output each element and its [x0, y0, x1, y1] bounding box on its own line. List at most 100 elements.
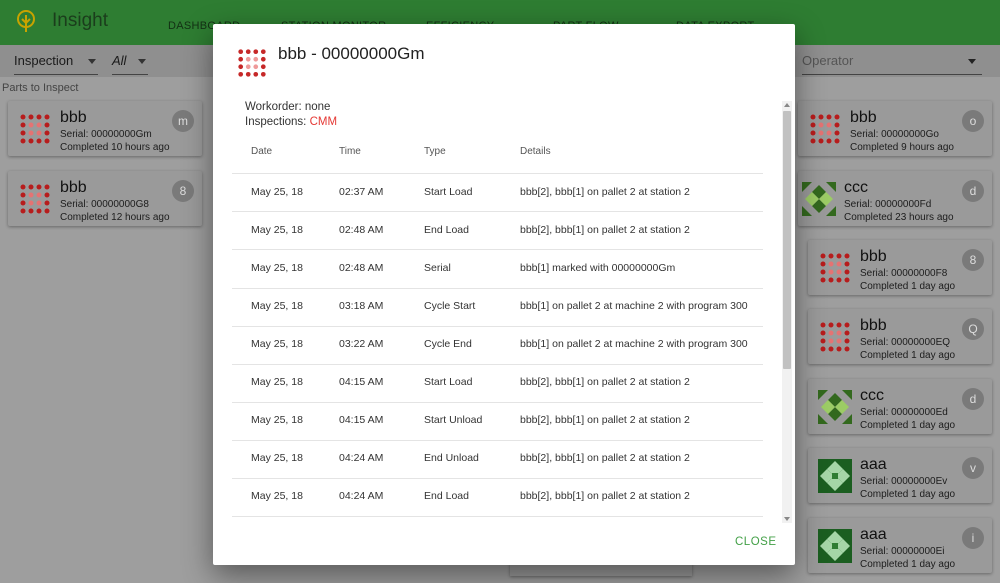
part-completed: Completed 1 day ago: [860, 350, 956, 361]
cell-time: 03:18 AM: [339, 300, 384, 312]
table-divider: [232, 364, 763, 365]
operator-select[interactable]: Operator: [802, 53, 982, 75]
part-card[interactable]: bbb Serial: 00000000Go Completed 9 hours…: [798, 101, 992, 156]
column-header-type: Type: [424, 146, 446, 157]
part-name: aaa: [860, 456, 887, 473]
cell-date: May 25, 18: [251, 376, 303, 388]
table-divider: [232, 173, 763, 174]
cell-details: bbb[2], bbb[1] on pallet 2 at station 2: [520, 186, 690, 198]
bbb-part-icon: [238, 49, 266, 77]
part-serial: Serial: 00000000Ev: [860, 476, 948, 487]
dialog-scrollbar[interactable]: [782, 101, 792, 523]
part-completed: Completed 9 hours ago: [850, 142, 954, 153]
cell-time: 02:48 AM: [339, 262, 384, 274]
part-serial: Serial: 00000000F8: [860, 268, 948, 279]
part-details-dialog: bbb - 00000000Gm Workorder: none Inspect…: [213, 24, 795, 565]
cell-date: May 25, 18: [251, 262, 303, 274]
part-name: ccc: [860, 387, 884, 404]
cell-details: bbb[2], bbb[1] on pallet 2 at station 2: [520, 452, 690, 464]
cell-time: 03:22 AM: [339, 338, 384, 350]
column-header-date: Date: [251, 146, 273, 157]
part-completed: Completed 1 day ago: [860, 420, 956, 431]
part-card[interactable]: aaa Serial: 00000000Ev Completed 1 day a…: [808, 448, 992, 503]
part-card[interactable]: bbb Serial: 00000000EQ Completed 1 day a…: [808, 309, 992, 364]
part-serial: Serial: 00000000G8: [60, 199, 149, 210]
cell-time: 02:48 AM: [339, 224, 384, 236]
bbb-part-icon: [20, 184, 50, 214]
cell-time: 02:37 AM: [339, 186, 384, 198]
workorder-label: Workorder: none: [245, 101, 331, 113]
part-name: bbb: [860, 248, 887, 265]
column-header-details: Details: [520, 146, 551, 157]
cell-date: May 25, 18: [251, 186, 303, 198]
cell-date: May 25, 18: [251, 452, 303, 464]
cell-details: bbb[1] on pallet 2 at machine 2 with pro…: [520, 300, 748, 312]
cell-date: May 25, 18: [251, 490, 303, 502]
cell-time: 04:15 AM: [339, 414, 384, 426]
cell-time: 04:24 AM: [339, 452, 384, 464]
cell-date: May 25, 18: [251, 414, 303, 426]
inspection-cmm-link[interactable]: CMM: [310, 116, 337, 128]
part-completed: Completed 1 day ago: [860, 281, 956, 292]
part-card[interactable]: bbb Serial: 00000000F8 Completed 1 day a…: [808, 240, 992, 295]
cell-time: 04:24 AM: [339, 490, 384, 502]
scroll-up-arrow-icon[interactable]: [784, 103, 790, 107]
dialog-title: bbb - 00000000Gm: [278, 44, 425, 63]
part-name: ccc: [844, 179, 868, 196]
scrollbar-thumb[interactable]: [783, 111, 791, 369]
part-serial: Serial: 00000000Fd: [844, 199, 932, 210]
operator-avatar: d: [962, 180, 984, 202]
chevron-down-icon: [88, 59, 96, 64]
operator-avatar: 8: [962, 249, 984, 271]
part-completed: Completed 23 hours ago: [844, 212, 954, 223]
ccc-part-icon: [818, 390, 852, 424]
part-serial: Serial: 00000000Ei: [860, 546, 945, 557]
table-divider: [232, 211, 763, 212]
chevron-down-icon: [968, 59, 976, 64]
aaa-part-icon: [818, 529, 852, 563]
part-name: bbb: [850, 109, 877, 126]
bbb-part-icon: [820, 322, 850, 352]
cell-type: End Unload: [424, 452, 479, 464]
table-divider: [232, 516, 763, 517]
part-card[interactable]: bbb Serial: 00000000G8 Completed 12 hour…: [8, 171, 202, 226]
part-card[interactable]: ccc Serial: 00000000Ed Completed 1 day a…: [808, 379, 992, 434]
view-select[interactable]: Inspection: [14, 53, 98, 75]
part-completed: Completed 1 day ago: [860, 489, 956, 500]
table-divider: [232, 288, 763, 289]
tree-logo-icon: [17, 10, 35, 32]
cell-details: bbb[2], bbb[1] on pallet 2 at station 2: [520, 224, 690, 236]
chevron-down-icon: [138, 59, 146, 64]
ccc-part-icon: [802, 182, 836, 216]
part-card[interactable]: bbb Serial: 00000000Gm Completed 10 hour…: [8, 101, 202, 156]
cell-type: Start Load: [424, 186, 473, 198]
operator-placeholder: Operator: [802, 53, 854, 68]
cell-type: End Load: [424, 224, 469, 236]
operator-avatar: o: [962, 110, 984, 132]
part-completed: Completed 12 hours ago: [60, 212, 170, 223]
inspections-label: Inspections:: [245, 116, 310, 128]
operator-avatar: i: [962, 527, 984, 549]
parts-to-inspect-label: Parts to Inspect: [2, 82, 79, 94]
cell-type: End Load: [424, 490, 469, 502]
part-name: bbb: [60, 179, 87, 196]
operator-avatar: v: [962, 457, 984, 479]
cell-date: May 25, 18: [251, 300, 303, 312]
table-divider: [232, 440, 763, 441]
part-card[interactable]: ccc Serial: 00000000Fd Completed 23 hour…: [798, 171, 992, 226]
bbb-part-icon: [20, 114, 50, 144]
part-name: bbb: [860, 317, 887, 334]
part-completed: Completed 1 day ago: [860, 559, 956, 570]
operator-avatar: d: [962, 388, 984, 410]
cell-details: bbb[2], bbb[1] on pallet 2 at station 2: [520, 376, 690, 388]
part-serial: Serial: 00000000Gm: [60, 129, 152, 140]
column-header-time: Time: [339, 146, 361, 157]
scroll-down-arrow-icon[interactable]: [784, 517, 790, 521]
part-name: bbb: [60, 109, 87, 126]
part-card[interactable]: aaa Serial: 00000000Ei Completed 1 day a…: [808, 518, 992, 573]
cell-type: Cycle Start: [424, 300, 476, 312]
filter-select[interactable]: All: [112, 53, 148, 75]
table-divider: [232, 402, 763, 403]
close-button[interactable]: CLOSE: [735, 536, 777, 548]
operator-avatar: 8: [172, 180, 194, 202]
